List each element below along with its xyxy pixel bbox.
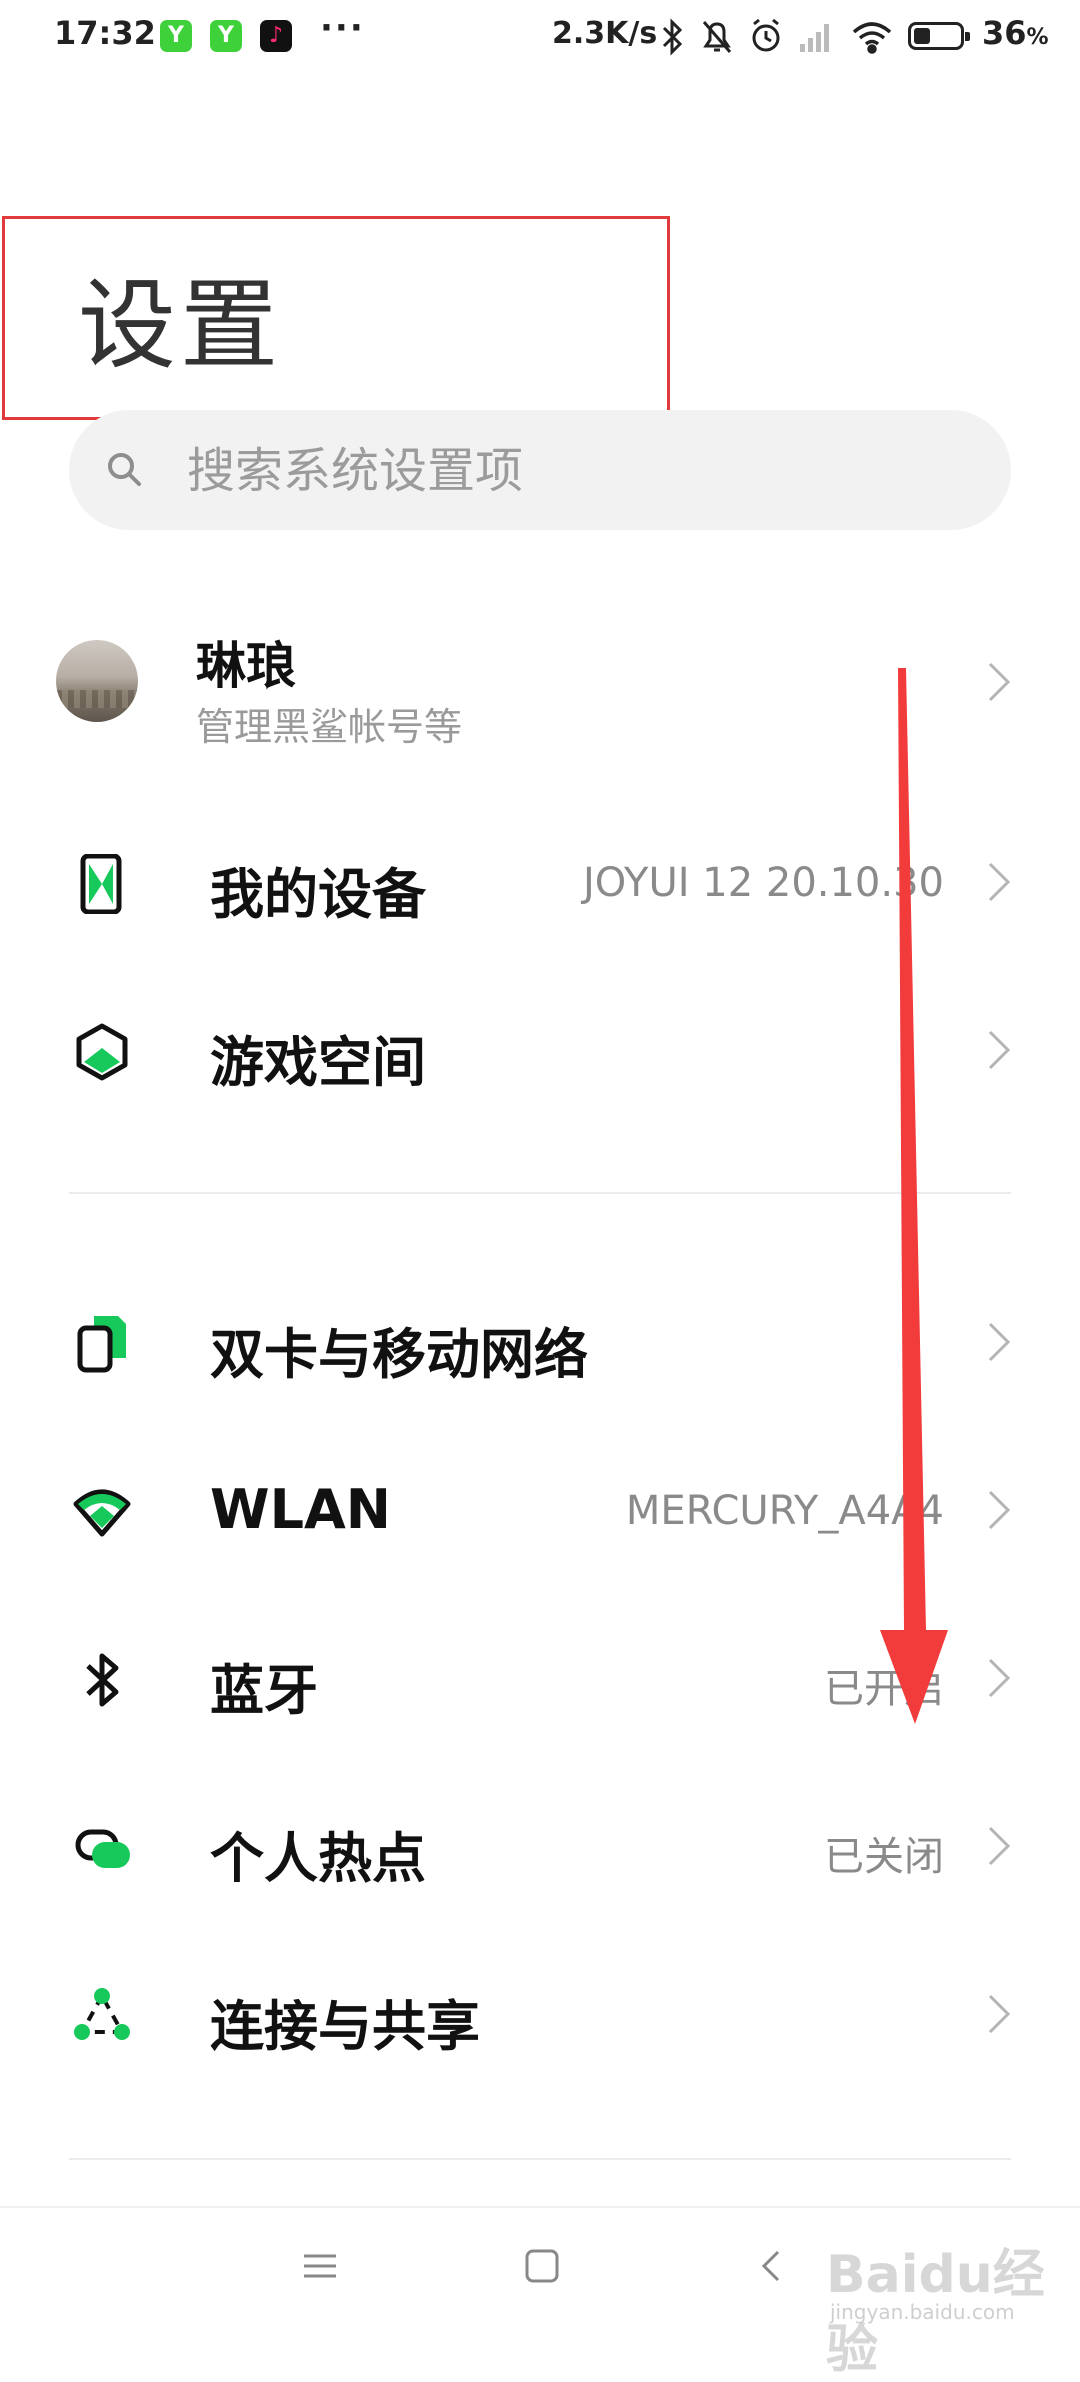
page-title: 设置 (78, 269, 283, 383)
settings-item-label: 个人热点 (210, 1827, 426, 1890)
account-subtitle: 管理黑鲨帐号等 (196, 705, 463, 749)
bluetooth-status-icon (662, 18, 683, 56)
wifi-icon (73, 1489, 131, 1537)
chevron-right-icon (988, 862, 1011, 902)
phone-device-icon (80, 854, 122, 914)
share-nodes-icon (74, 1988, 130, 2040)
bluetooth-icon (86, 1653, 119, 1707)
alarm-icon (752, 18, 780, 52)
settings-item-value: 已关闭 (824, 1834, 944, 1880)
account-name: 琳琅 (196, 637, 296, 695)
avatar (56, 640, 138, 722)
chevron-right-icon (988, 1658, 1011, 1698)
app-notification-icon: Y (160, 20, 192, 52)
search-bar[interactable] (69, 410, 1011, 530)
status-icons (662, 18, 892, 56)
battery-icon (908, 22, 970, 50)
settings-item-label: 我的设备 (210, 863, 426, 926)
app-notification-icon: Y (210, 20, 242, 52)
home-icon[interactable] (524, 2248, 560, 2284)
chevron-right-icon (988, 1994, 1011, 2034)
settings-item-value: JOYUI 12 20.10.30 (582, 860, 944, 906)
wifi-status-icon (852, 22, 892, 54)
settings-item-game-space[interactable]: 游戏空间 (0, 980, 1080, 1120)
section-divider (69, 2158, 1011, 2160)
cell-signal-icon (800, 24, 829, 52)
settings-item-value: 已开启 (824, 1666, 944, 1712)
back-icon[interactable] (754, 2248, 790, 2284)
chevron-right-icon (988, 1826, 1011, 1866)
chevron-right-icon (988, 1322, 1011, 1362)
settings-item-connect-share[interactable]: 连接与共享 (0, 1944, 1080, 2084)
status-bar: 17:32 Y Y ♪ ··· 2.3K/s 36% (0, 0, 1080, 72)
network-speed: 2.3K/s (552, 16, 658, 51)
chevron-right-icon (988, 662, 1011, 702)
game-hexagon-icon (76, 1023, 128, 1081)
settings-item-wlan[interactable]: WLAN MERCURY_A4A4 (0, 1440, 1080, 1580)
settings-item-label: 双卡与移动网络 (210, 1323, 588, 1386)
settings-item-label: WLAN (210, 1478, 391, 1541)
tiktok-notification-icon: ♪ (260, 20, 292, 52)
settings-item-label: 游戏空间 (210, 1031, 426, 1094)
settings-item-label: 连接与共享 (210, 1995, 480, 2058)
dual-sim-icon (77, 1316, 126, 1373)
settings-item-value: MERCURY_A4A4 (625, 1488, 944, 1534)
chevron-right-icon (988, 1490, 1011, 1530)
battery-percent: 36% (982, 14, 1049, 52)
baidu-watermark-url: jingyan.baidu.com (830, 2300, 1015, 2324)
menu-icon[interactable] (302, 2248, 338, 2284)
chevron-right-icon (988, 1030, 1011, 1070)
settings-item-hotspot[interactable]: 个人热点 已关闭 (0, 1776, 1080, 1916)
search-input[interactable] (185, 428, 969, 514)
settings-item-my-device[interactable]: 我的设备 JOYUI 12 20.10.30 (0, 812, 1080, 952)
mute-bell-icon (702, 21, 732, 53)
hotspot-icon (75, 1829, 130, 1868)
search-icon (108, 453, 141, 486)
account-row[interactable]: 琳琅 管理黑鲨帐号等 (0, 620, 1080, 760)
section-divider (69, 1192, 1011, 1194)
more-notifications-icon: ··· (320, 8, 365, 48)
settings-item-bluetooth[interactable]: 蓝牙 已开启 (0, 1608, 1080, 1748)
settings-item-sim-network[interactable]: 双卡与移动网络 (0, 1272, 1080, 1412)
status-time: 17:32 (54, 14, 156, 52)
settings-item-label: 蓝牙 (210, 1659, 318, 1722)
